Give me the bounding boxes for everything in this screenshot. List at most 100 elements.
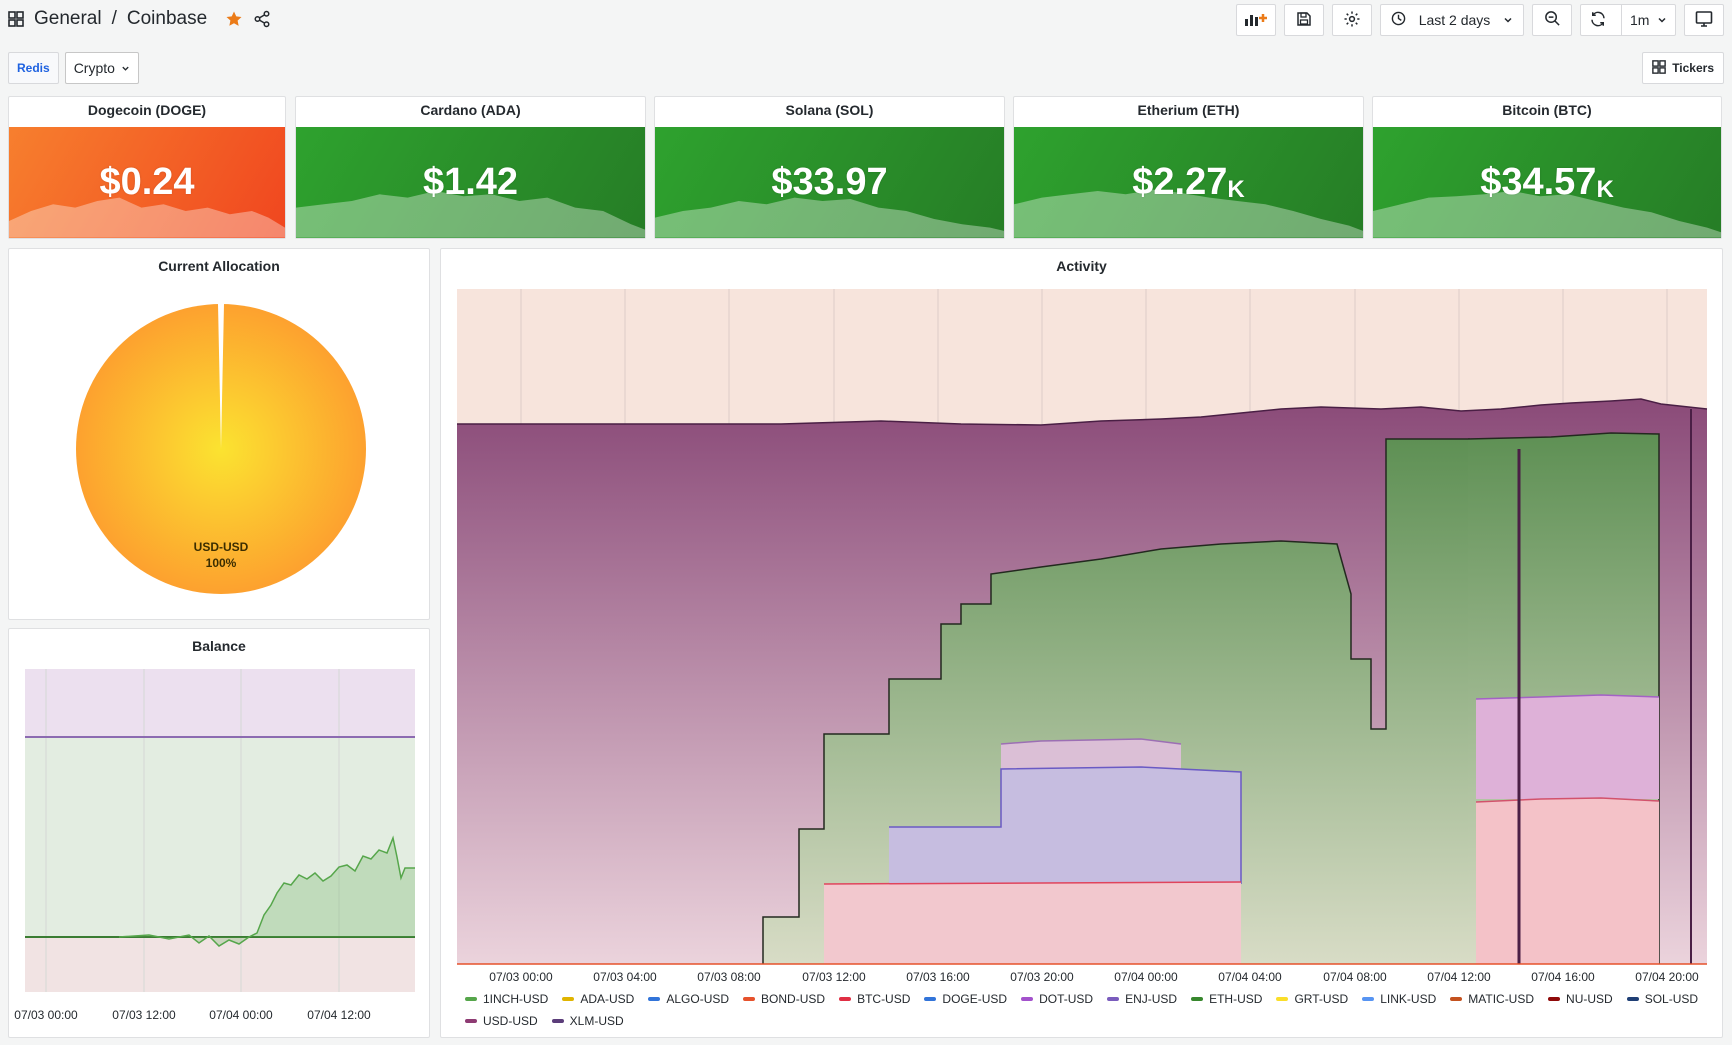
activity-x-tick: 07/04 00:00	[1114, 970, 1178, 984]
legend-swatch	[648, 997, 661, 1001]
breadcrumb-folder[interactable]: General	[34, 8, 102, 30]
activity-btc-area	[824, 882, 1241, 964]
stat-panel-eth[interactable]: Etherium (ETH) $2.27 K	[1013, 96, 1364, 239]
balance-x-tick: 07/03 12:00	[112, 1008, 176, 1022]
legend-label: ENJ-USD	[1125, 992, 1178, 1006]
legend-item[interactable]: MATIC-USD	[1450, 991, 1534, 1007]
activity-x-axis: 07/03 00:00 07/03 04:00 07/03 08:00 07/0…	[489, 970, 1699, 984]
zoom-out-button[interactable]	[1532, 4, 1572, 36]
save-icon	[1296, 11, 1312, 30]
refresh-button[interactable]	[1581, 5, 1615, 35]
add-panel-button[interactable]	[1236, 4, 1276, 36]
variables-bar: Redis Crypto	[8, 52, 139, 84]
activity-chart: 07/03 00:00 07/03 04:00 07/03 08:00 07/0…	[457, 289, 1708, 984]
stat-value-unit: K	[1227, 175, 1245, 203]
breadcrumb-dashboard[interactable]: Coinbase	[127, 8, 207, 30]
legend-item[interactable]: USD-USD	[465, 1013, 538, 1029]
refresh-interval-picker[interactable]: 1m	[1621, 5, 1675, 35]
monitor-icon	[1695, 10, 1713, 31]
stat-panel-ada[interactable]: Cardano (ADA) $1.42	[295, 96, 646, 239]
tickers-label: Tickers	[1672, 61, 1714, 75]
dashboard-grid-icon	[1652, 59, 1667, 77]
legend-item[interactable]: XLM-USD	[551, 1013, 624, 1029]
chevron-down-icon	[1657, 12, 1667, 28]
activity-x-tick: 07/03 12:00	[802, 970, 866, 984]
datasource-variable-label[interactable]: Redis	[8, 52, 59, 84]
legend-swatch	[562, 997, 575, 1001]
dashboard-settings-button[interactable]	[1332, 4, 1372, 36]
dashboards-grid-icon[interactable]	[8, 11, 24, 27]
legend-swatch	[1276, 997, 1289, 1001]
breadcrumb-separator: /	[111, 8, 117, 29]
save-dashboard-button[interactable]	[1284, 4, 1324, 36]
legend-swatch	[1362, 997, 1375, 1001]
stat-title: Solana (SOL)	[785, 102, 874, 118]
crypto-variable-select[interactable]: Crypto	[64, 52, 139, 84]
legend-label: NU-USD	[1566, 992, 1613, 1006]
legend-item[interactable]: DOGE-USD	[924, 991, 1007, 1007]
balance-chart: 07/03 00:00 07/03 12:00 07/04 00:00 07/0…	[14, 669, 415, 1022]
top-bar: General / Coinbase Last 2 days 1m	[0, 0, 1732, 44]
time-range-label: Last 2 days	[1418, 12, 1491, 28]
activity-x-tick: 07/03 16:00	[906, 970, 970, 984]
activity-x-tick: 07/04 04:00	[1218, 970, 1282, 984]
legend-item[interactable]: NU-USD	[1548, 991, 1613, 1007]
legend-swatch	[551, 1019, 564, 1023]
stat-value: $1.42	[296, 127, 645, 238]
legend-item[interactable]: ADA-USD	[562, 991, 634, 1007]
activity-x-tick: 07/03 08:00	[697, 970, 761, 984]
legend-label: DOGE-USD	[942, 992, 1008, 1006]
star-icon[interactable]	[225, 10, 243, 28]
stat-panel-btc[interactable]: Bitcoin (BTC) $34.57 K	[1372, 96, 1722, 239]
legend-item[interactable]: ALGO-USD	[648, 991, 729, 1007]
legend-label: ALGO-USD	[666, 992, 730, 1006]
legend-label: GRT-USD	[1294, 992, 1349, 1006]
legend-item[interactable]: SOL-USD	[1626, 991, 1698, 1007]
share-icon[interactable]	[253, 10, 271, 28]
activity-dot-area-2	[1476, 695, 1659, 799]
activity-btc-area-2	[1476, 798, 1659, 964]
activity-x-tick: 07/03 00:00	[489, 970, 553, 984]
legend-swatch	[465, 997, 477, 1001]
breadcrumb: General / Coinbase	[8, 8, 271, 30]
legend-swatch	[743, 997, 756, 1001]
stat-value: $0.24	[9, 127, 285, 238]
dashboard-toolbar: Last 2 days 1m	[1236, 4, 1724, 36]
legend-item[interactable]: LINK-USD	[1362, 991, 1436, 1007]
allocation-pie-chart: USD-USD 100%	[76, 304, 366, 594]
legend-item[interactable]: 1INCH-USD	[465, 991, 548, 1007]
legend-label: 1INCH-USD	[483, 992, 549, 1006]
legend-item[interactable]: ENJ-USD	[1107, 991, 1177, 1007]
legend-item[interactable]: GRT-USD	[1276, 991, 1348, 1007]
activity-panel[interactable]: Activity 07/03 00:00 07/03 04:00 07/03 0…	[440, 248, 1723, 1038]
legend-swatch	[924, 997, 937, 1001]
stat-value-number: $33.97	[771, 161, 888, 203]
clock-icon	[1391, 11, 1406, 29]
balance-panel[interactable]: Balance 07/03 00:00 07/03 12:00 07/04 00…	[8, 628, 430, 1038]
refresh-group: 1m	[1580, 4, 1676, 36]
refresh-icon	[1589, 10, 1607, 31]
stat-value-number: $0.24	[99, 161, 195, 203]
add-panel-icon	[1244, 11, 1268, 30]
tv-mode-button[interactable]	[1684, 4, 1724, 36]
stat-panel-doge[interactable]: Dogecoin (DOGE) $0.24	[8, 96, 286, 239]
legend-item[interactable]: BOND-USD	[743, 991, 825, 1007]
time-range-picker[interactable]: Last 2 days	[1380, 4, 1524, 36]
chevron-down-icon	[1503, 12, 1513, 28]
legend-label: XLM-USD	[569, 1014, 624, 1028]
allocation-panel[interactable]: Current Allocation USD-USD 100%	[8, 248, 430, 620]
balance-x-axis: 07/03 00:00 07/03 12:00 07/04 00:00 07/0…	[14, 1008, 371, 1022]
legend-label: MATIC-USD	[1468, 992, 1535, 1006]
legend-label: DOT-USD	[1039, 992, 1094, 1006]
stat-panel-sol[interactable]: Solana (SOL) $33.97	[654, 96, 1005, 239]
legend-item[interactable]: BTC-USD	[839, 991, 910, 1007]
legend-label: ETH-USD	[1209, 992, 1263, 1006]
stat-value: $2.27 K	[1014, 127, 1363, 238]
tickers-link-button[interactable]: Tickers	[1642, 52, 1724, 84]
activity-x-tick: 07/04 12:00	[1427, 970, 1491, 984]
legend-swatch	[1548, 997, 1561, 1001]
legend-item[interactable]: ETH-USD	[1191, 991, 1262, 1007]
legend-item[interactable]: DOT-USD	[1021, 991, 1093, 1007]
chevron-down-icon	[121, 60, 130, 76]
activity-x-tick: 07/03 20:00	[1010, 970, 1074, 984]
